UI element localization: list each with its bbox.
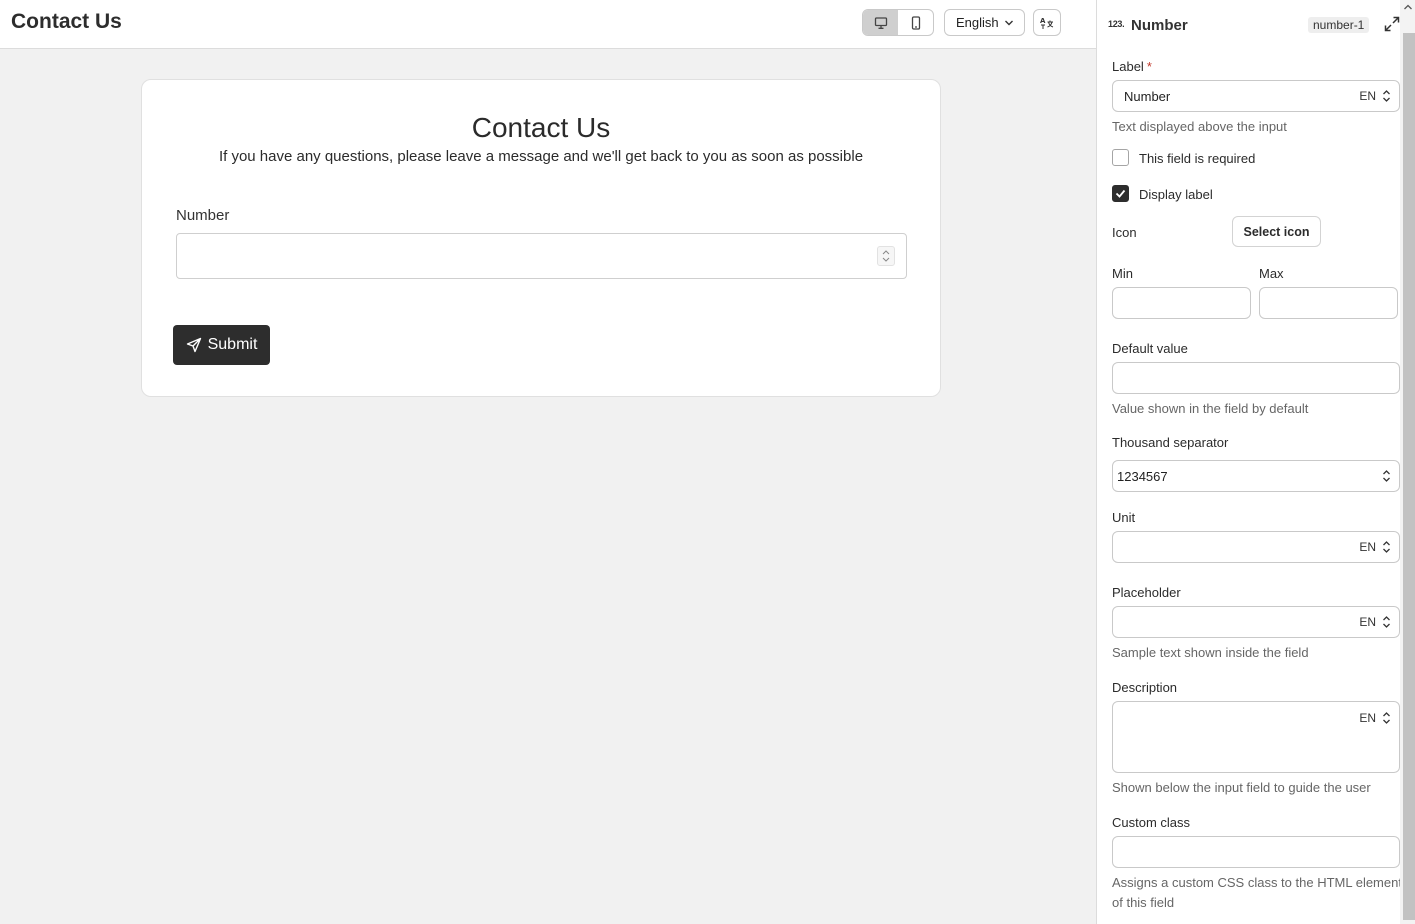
expand-icon[interactable]: [1384, 16, 1400, 32]
default-value-help: Value shown in the field by default: [1112, 401, 1309, 416]
label-lang[interactable]: EN: [1359, 89, 1376, 103]
language-select[interactable]: English: [944, 9, 1025, 36]
label-field-title: Label *: [1112, 59, 1152, 74]
submit-button[interactable]: Submit: [173, 325, 270, 365]
thousand-separator-value: 1234567: [1117, 469, 1168, 484]
language-value: English: [956, 15, 999, 30]
icon-field-title: Icon: [1112, 225, 1137, 240]
display-label-checkbox-label: Display label: [1139, 187, 1213, 202]
description-textarea[interactable]: EN: [1112, 701, 1400, 773]
default-value-title: Default value: [1112, 341, 1188, 356]
select-icon-button[interactable]: Select icon: [1232, 216, 1321, 247]
form-subtitle: If you have any questions, please leave …: [218, 148, 864, 165]
form-title: Contact Us: [471, 112, 611, 143]
chevron-updown-icon: [1383, 470, 1390, 482]
number-input[interactable]: [176, 233, 907, 279]
panel-title: Number: [1131, 17, 1188, 34]
chevron-updown-icon: [1383, 712, 1390, 724]
chevron-updown-icon: [1383, 541, 1390, 553]
unit-title: Unit: [1112, 510, 1136, 525]
panel-scrollbar[interactable]: [1400, 0, 1415, 924]
number-stepper[interactable]: [877, 246, 895, 266]
max-field-title: Max: [1259, 266, 1284, 281]
desktop-icon: [874, 16, 887, 29]
required-checkbox[interactable]: [1112, 149, 1129, 166]
description-lang[interactable]: EN: [1359, 711, 1376, 725]
required-asterisk: *: [1146, 59, 1152, 74]
check-icon: [1115, 189, 1126, 198]
max-input[interactable]: [1259, 287, 1398, 319]
min-field-title: Min: [1112, 266, 1133, 281]
custom-class-help-line1: Assigns a custom CSS class to the HTML e…: [1112, 875, 1402, 890]
submit-button-label: Submit: [207, 336, 258, 353]
panel-header: 123. Number number-1: [1097, 0, 1415, 50]
mobile-icon: [911, 15, 920, 30]
custom-class-help-line2: of this field: [1112, 895, 1175, 910]
custom-class-title: Custom class: [1112, 815, 1191, 830]
description-help: Shown below the input field to guide the…: [1112, 780, 1371, 795]
display-label-checkbox[interactable]: [1112, 185, 1129, 202]
description-title: Description: [1112, 680, 1178, 695]
device-toggle: [862, 9, 934, 36]
thousand-separator-title: Thousand separator: [1112, 435, 1229, 450]
field-id-badge: number-1: [1308, 17, 1370, 33]
stepper-arrows-icon: [882, 250, 890, 262]
default-value-input[interactable]: [1112, 362, 1400, 394]
scroll-up-icon[interactable]: [1403, 3, 1413, 11]
svg-text:A: A: [1040, 17, 1046, 25]
translate-icon: A: [1040, 17, 1054, 29]
desktop-view-button[interactable]: [863, 10, 898, 35]
top-bar: Contact Us English A: [0, 0, 1096, 49]
form-preview-card: Contact Us If you have any questions, pl…: [141, 79, 941, 397]
placeholder-help: Sample text shown inside the field: [1112, 645, 1309, 660]
chevron-updown-icon: [1383, 616, 1390, 628]
number-field-label: Number: [176, 207, 230, 224]
label-help: Text displayed above the input: [1112, 119, 1287, 134]
chevron-updown-icon: [1383, 90, 1390, 102]
translate-button[interactable]: A: [1033, 9, 1061, 36]
unit-input[interactable]: EN: [1112, 531, 1400, 563]
thousand-separator-select[interactable]: 1234567: [1112, 460, 1400, 492]
label-input[interactable]: Number EN: [1112, 80, 1400, 112]
placeholder-lang[interactable]: EN: [1359, 615, 1376, 629]
custom-class-input[interactable]: [1112, 836, 1400, 868]
placeholder-title: Placeholder: [1112, 585, 1181, 600]
chevron-down-icon: [1005, 20, 1013, 26]
label-input-value: Number: [1124, 89, 1171, 104]
unit-lang[interactable]: EN: [1359, 540, 1376, 554]
number-type-icon: 123.: [1108, 19, 1125, 29]
mobile-view-button[interactable]: [898, 10, 933, 35]
scrollbar-thumb[interactable]: [1403, 33, 1415, 920]
placeholder-input[interactable]: EN: [1112, 606, 1400, 638]
field-settings-panel: 123. Number number-1 Label * Number EN Te…: [1096, 0, 1415, 924]
min-input[interactable]: [1112, 287, 1251, 319]
send-icon: [186, 337, 201, 353]
page-title: Contact Us: [11, 10, 122, 33]
required-checkbox-label: This field is required: [1139, 151, 1256, 166]
